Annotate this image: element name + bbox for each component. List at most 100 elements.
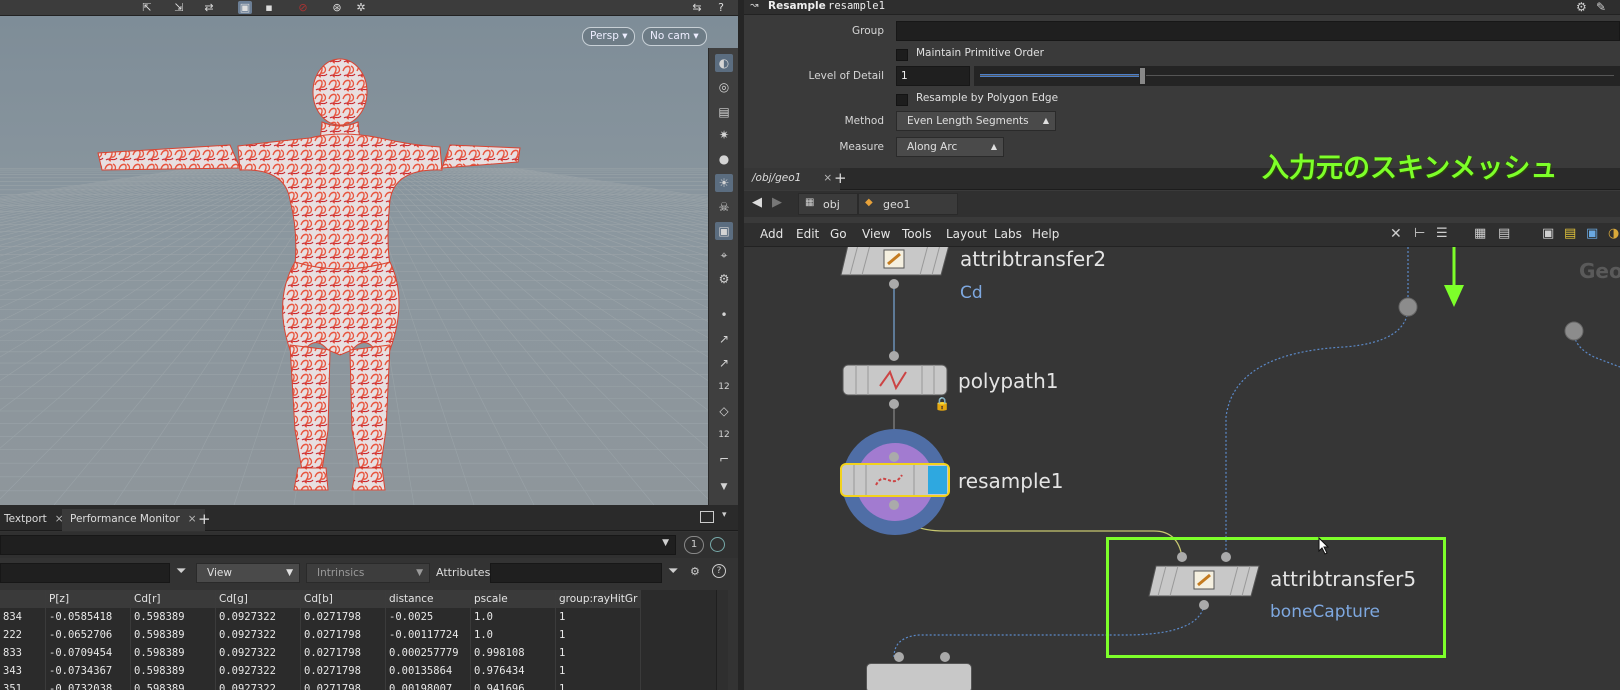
tree-icon[interactable]: ⊢ — [1414, 226, 1425, 241]
menu-go[interactable]: Go — [830, 227, 847, 241]
intrinsics-dropdown[interactable]: Intrinsics ▼ — [306, 563, 430, 583]
table-row[interactable]: 834 -0.0585418 0.598389 0.0927322 0.0271798-… — [0, 608, 728, 626]
path-segment-obj[interactable]: ▦ obj — [798, 193, 858, 215]
menu-add[interactable]: Add — [760, 227, 783, 241]
geometry-spreadsheet[interactable]: P[z] Cd[r] Cd[g] Cd[b] distance pscale g… — [0, 590, 728, 690]
palette-icon[interactable]: ◑ — [1608, 226, 1619, 241]
input-connector[interactable] — [1177, 552, 1187, 562]
snap-icon[interactable]: ⊛ — [330, 1, 344, 14]
settings-icon[interactable]: ✲ — [354, 1, 368, 14]
display-mode-icon[interactable]: ◐ — [715, 54, 733, 72]
tool-icon[interactable]: ✎ — [1596, 0, 1606, 14]
camera-icon[interactable]: ▪ — [262, 1, 276, 14]
lod-slider-handle[interactable] — [1138, 67, 1146, 85]
column-header[interactable]: Cd[r] — [131, 590, 216, 608]
input-connector[interactable] — [894, 652, 904, 662]
menu-help[interactable]: Help — [1032, 227, 1059, 241]
column-header[interactable]: Cd[b] — [301, 590, 386, 608]
input-connector[interactable] — [889, 351, 899, 361]
node-name-field[interactable]: resample1 — [828, 0, 885, 12]
add-tab-button[interactable]: + — [190, 509, 219, 531]
detail-icon[interactable]: ▤ — [1498, 226, 1510, 241]
primitive-number-icon[interactable]: 12 — [715, 426, 733, 444]
column-header[interactable]: pscale — [471, 590, 556, 608]
pane-layout-icon[interactable] — [700, 511, 714, 523]
column-header[interactable] — [0, 590, 46, 608]
edge-icon[interactable]: ⌐ — [715, 450, 733, 468]
image-icon[interactable]: ▣ — [1542, 226, 1554, 241]
help-icon[interactable]: ? — [712, 564, 726, 578]
menu-edit[interactable]: Edit — [796, 227, 819, 241]
input-connector[interactable] — [1221, 552, 1231, 562]
node-partial[interactable] — [866, 663, 972, 690]
gear-icon[interactable]: ⚙ — [1576, 0, 1587, 14]
network-editor[interactable]: attribtransfer2 Cd polypath1 🔒 resample1 — [744, 247, 1620, 690]
attributes-filter-input[interactable] — [490, 563, 662, 583]
view-dropdown[interactable]: View ▼ — [196, 563, 300, 583]
primitive-icon[interactable]: ◇ — [715, 402, 733, 420]
input-connector[interactable] — [889, 452, 899, 462]
lod-field[interactable]: 1 — [896, 66, 970, 86]
move-tool-icon[interactable]: ⇲ — [172, 1, 186, 14]
spreadsheet-scrollbar[interactable] — [716, 590, 728, 690]
column-header[interactable]: Cd[g] — [216, 590, 301, 608]
path-segment-geo1[interactable]: ◆ geo1 — [858, 193, 958, 215]
pane-menu-icon[interactable]: ▾ — [722, 510, 727, 520]
table-row[interactable]: 222 -0.0652706 0.598389 0.0927322 0.0271798-… — [0, 626, 728, 644]
spreadsheet-options-icon[interactable]: ⚙ — [690, 565, 700, 578]
output-connector[interactable] — [889, 500, 899, 510]
point-icon[interactable]: • — [715, 306, 733, 324]
shelf-scroll-down-icon[interactable]: ▼ — [715, 478, 733, 496]
output-connector[interactable] — [889, 399, 899, 409]
group-field[interactable] — [896, 21, 1620, 41]
column-header[interactable]: group:rayHitGr — [556, 590, 641, 608]
lock-icon[interactable]: ▤ — [715, 103, 733, 121]
table-row[interactable]: 343 -0.0734367 0.598389 0.0927322 0.0271798 0… — [0, 662, 728, 680]
node-resample1[interactable] — [840, 463, 950, 497]
page-number-badge[interactable]: 1 — [684, 536, 704, 554]
output-connector[interactable] — [889, 279, 899, 289]
lod-slider-track[interactable] — [974, 66, 1620, 86]
point-number-icon[interactable]: 12 — [715, 378, 733, 396]
camera-menu-button[interactable]: No cam ▾ — [642, 27, 707, 46]
wrench-icon[interactable]: ✕ — [1390, 226, 1402, 242]
ghost-icon[interactable]: ◎ — [715, 78, 733, 96]
table-row[interactable]: 833 -0.0709454 0.598389 0.0927322 0.0271798 0… — [0, 644, 728, 662]
wire-icon[interactable]: ⌖ — [715, 246, 733, 264]
column-header[interactable]: P[z] — [46, 590, 131, 608]
view-tool-icon[interactable]: ▣ — [238, 1, 252, 14]
node-attribtransfer2[interactable] — [840, 247, 950, 276]
stop-icon[interactable]: ⊘ — [296, 1, 310, 14]
chevron-down-icon[interactable]: ▼ — [662, 538, 669, 548]
tab-performance-monitor[interactable]: Performance Monitor × — [62, 509, 205, 531]
skeleton-icon[interactable]: ☠ — [715, 198, 733, 216]
menu-labs[interactable]: Labs — [994, 227, 1022, 241]
vector-icon[interactable]: ↗ — [715, 354, 733, 372]
filter-icon[interactable]: ⏷ — [176, 564, 186, 579]
menu-tools[interactable]: Tools — [902, 227, 932, 241]
template-icon[interactable]: ⚙ — [715, 270, 733, 288]
back-arrow-icon[interactable]: ◀ — [752, 195, 762, 210]
input-connector[interactable] — [940, 652, 950, 662]
menu-layout[interactable]: Layout — [946, 227, 987, 241]
sphere-icon[interactable]: ● — [715, 150, 733, 168]
node-attribtransfer5[interactable] — [1148, 565, 1260, 597]
target-icon[interactable] — [710, 537, 725, 552]
resample-by-edge-checkbox[interactable] — [896, 94, 908, 106]
tab-textport[interactable]: Textport × — [0, 509, 72, 531]
grid-icon[interactable]: ▦ — [1474, 226, 1486, 241]
normal-icon[interactable]: ↗ — [715, 330, 733, 348]
output-connector[interactable] — [1199, 600, 1209, 610]
node-path-field[interactable]: ▼ — [0, 535, 676, 555]
measure-dropdown[interactable]: Along Arc ▲ — [896, 137, 1004, 157]
column-header[interactable]: distance — [386, 590, 471, 608]
node-polypath1[interactable] — [842, 364, 948, 396]
maintain-order-checkbox[interactable] — [896, 49, 908, 61]
picture-icon[interactable]: ▣ — [1586, 226, 1598, 241]
sticky-note-icon[interactable]: ▤ — [1564, 226, 1576, 241]
add-tab-button[interactable]: + — [826, 168, 855, 190]
layout-icon[interactable]: ⇆ — [690, 1, 704, 14]
shading-icon[interactable]: ✷ — [715, 126, 733, 144]
menu-view[interactable]: View — [862, 227, 890, 241]
transform-tool-icon[interactable]: ⇄ — [202, 1, 216, 14]
